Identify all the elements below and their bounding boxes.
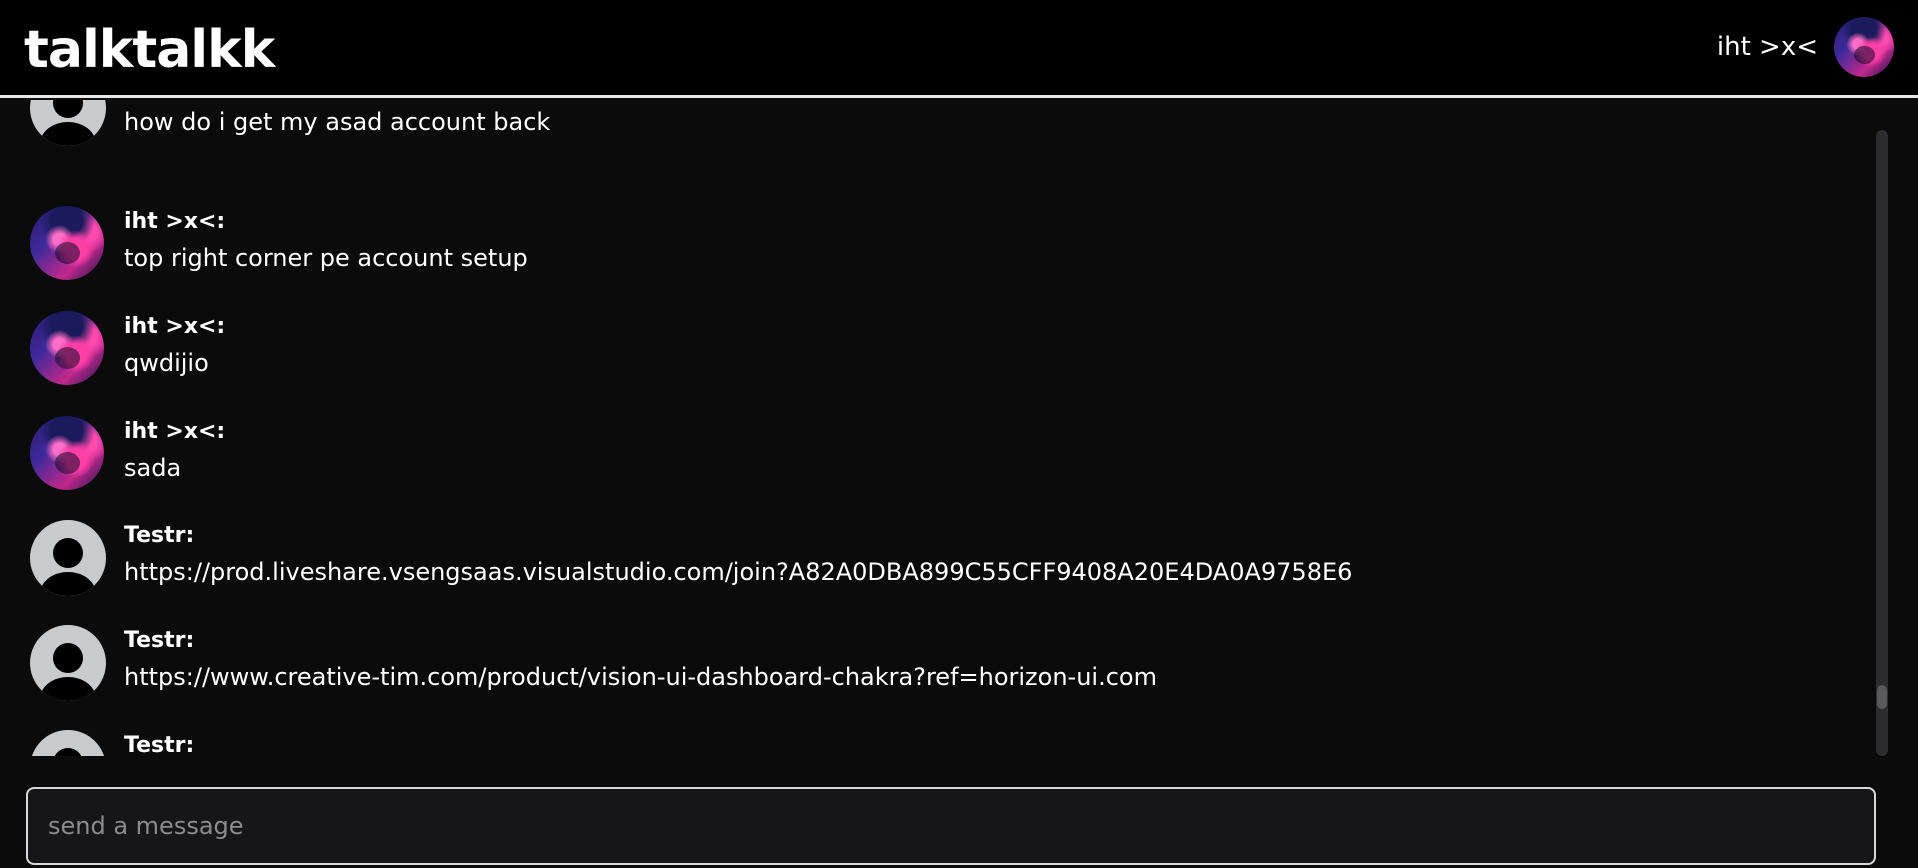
message-body: iht >x<: top right corner pe account set…	[124, 206, 528, 278]
user-avatar	[30, 311, 104, 385]
message-item: how do i get my asad account back	[30, 100, 550, 146]
message-input[interactable]	[28, 789, 1874, 863]
message-item: Testr:	[30, 730, 194, 756]
message-body: Testr: https://www.creative-tim.com/prod…	[124, 625, 1157, 697]
message-author: iht >x<:	[124, 314, 226, 339]
default-avatar-icon	[30, 625, 106, 701]
message-body: iht >x<: sada	[124, 416, 225, 488]
message-author: iht >x<:	[124, 419, 226, 444]
message-avatar	[30, 520, 106, 596]
message-text: sada	[124, 454, 182, 482]
message-author: Testr:	[124, 523, 195, 548]
message-body: Testr: https://prod.liveshare.vsengsaas.…	[124, 520, 1352, 592]
user-avatar	[30, 416, 104, 490]
message-link[interactable]: https://prod.liveshare.vsengsaas.visuals…	[124, 552, 1352, 592]
message-composer	[26, 787, 1876, 865]
message-avatar	[30, 206, 106, 280]
message-body: iht >x<: qwdijio	[124, 311, 225, 383]
app-title: talktalkk	[24, 20, 275, 80]
message-list-scrollbar[interactable]	[1876, 130, 1888, 756]
message-author: Testr:	[124, 733, 195, 756]
message-item: Testr: https://www.creative-tim.com/prod…	[30, 625, 1157, 701]
app-header: talktalkk iht >x<	[0, 0, 1918, 98]
message-body: Testr:	[124, 730, 194, 756]
message-item: iht >x<: sada	[30, 416, 225, 490]
message-avatar	[30, 311, 106, 385]
default-avatar-icon	[30, 730, 106, 756]
message-text: how do i get my asad account back	[124, 108, 551, 136]
message-link[interactable]: https://www.creative-tim.com/product/vis…	[124, 657, 1157, 697]
message-item: iht >x<: qwdijio	[30, 311, 225, 385]
default-avatar-icon	[30, 520, 106, 596]
account-menu[interactable]: iht >x<	[1717, 16, 1894, 78]
user-avatar	[30, 206, 104, 280]
message-body: how do i get my asad account back	[124, 100, 550, 142]
message-list[interactable]: how do i get my asad account back iht >x…	[0, 100, 1918, 756]
message-avatar	[30, 100, 106, 146]
message-item: Testr: https://prod.liveshare.vsengsaas.…	[30, 520, 1352, 596]
current-user-avatar[interactable]	[1834, 17, 1894, 77]
message-avatar	[30, 625, 106, 701]
message-author: iht >x<:	[124, 209, 226, 234]
message-text: top right corner pe account setup	[124, 244, 528, 272]
current-user-name[interactable]: iht >x<	[1717, 32, 1818, 62]
message-text: qwdijio	[124, 349, 209, 377]
message-item: iht >x<: top right corner pe account set…	[30, 206, 528, 280]
message-author: Testr:	[124, 628, 195, 653]
message-avatar	[30, 416, 106, 490]
scrollbar-thumb[interactable]	[1877, 685, 1887, 709]
message-avatar	[30, 730, 106, 756]
default-avatar-icon	[30, 100, 106, 146]
